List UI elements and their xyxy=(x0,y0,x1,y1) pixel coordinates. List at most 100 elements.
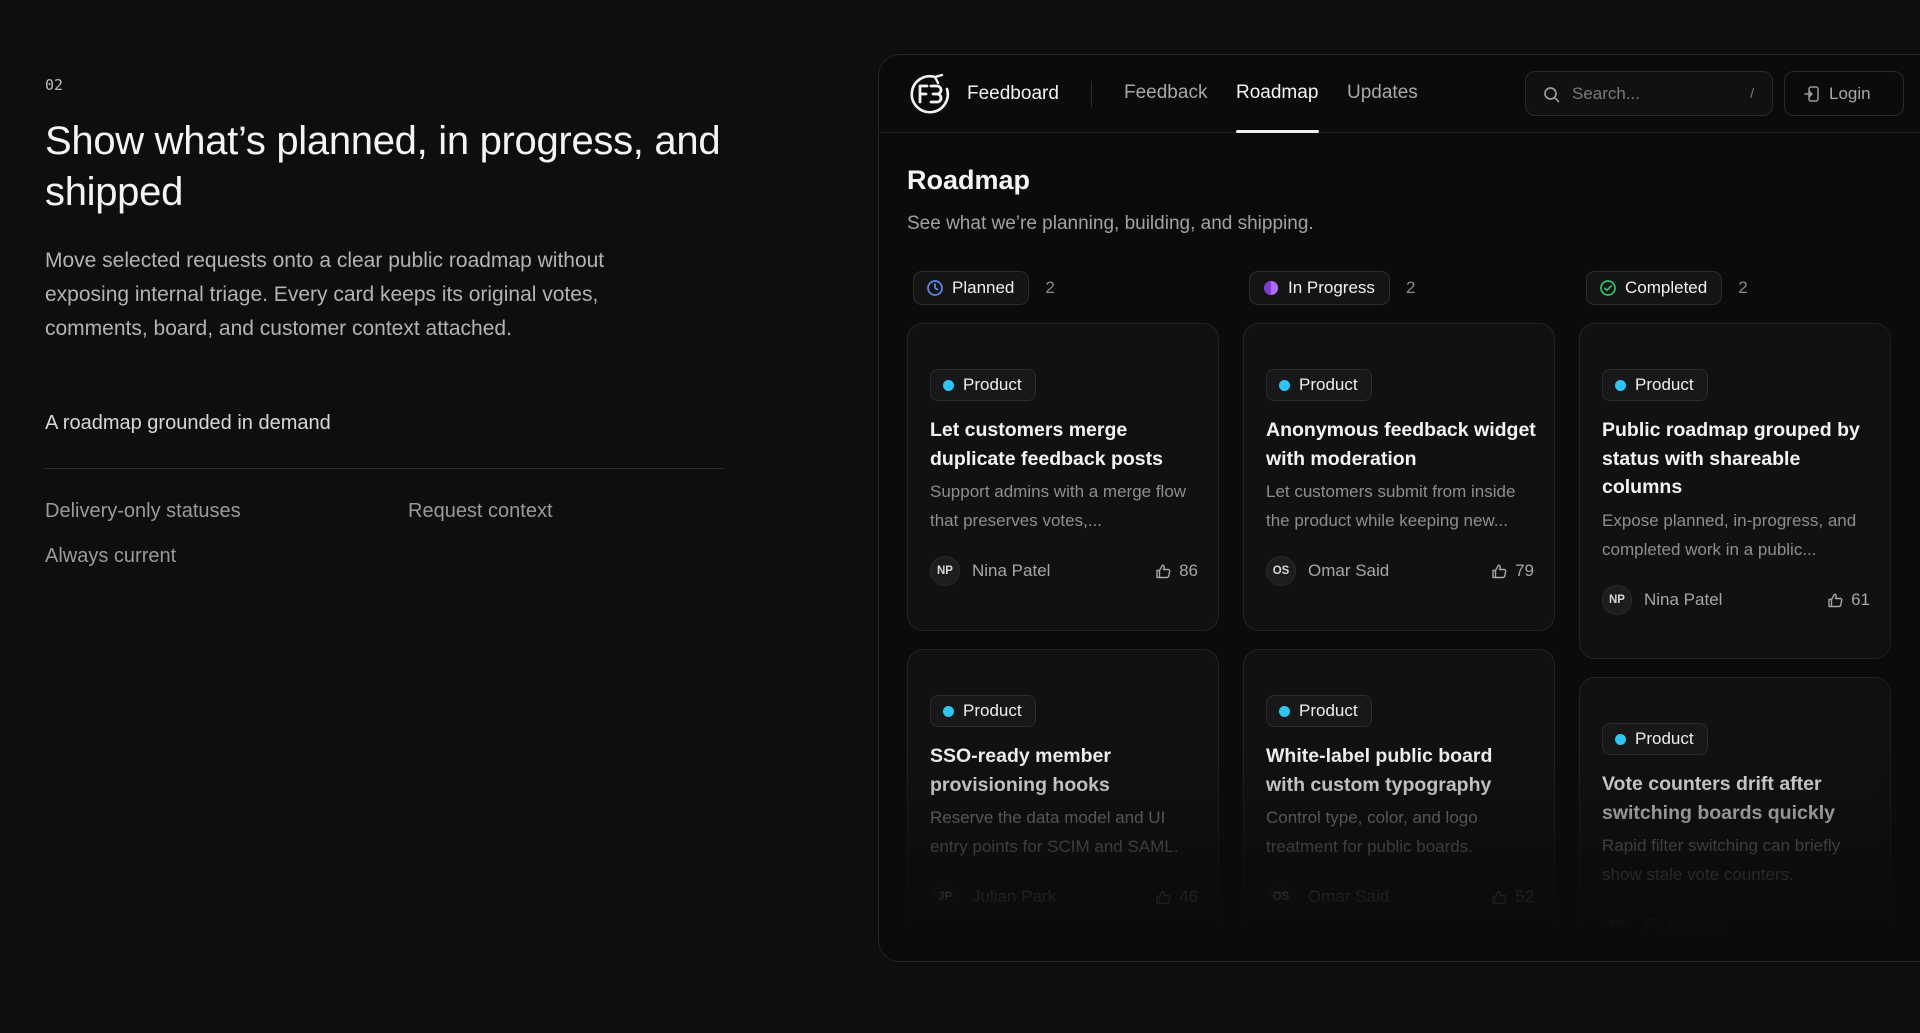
feature-delivery-only-statuses: Delivery-only statuses xyxy=(45,500,241,522)
board-tag[interactable]: Product xyxy=(1266,369,1372,401)
feature-request-context: Request context xyxy=(408,500,553,522)
search-box[interactable]: / xyxy=(1525,71,1773,116)
avatar: OS xyxy=(1266,556,1296,586)
card-title: Vote counters drift after switching boar… xyxy=(1602,773,1835,824)
card-description: Let customers submit from inside the pro… xyxy=(1266,482,1516,530)
tag-label: Product xyxy=(1635,729,1694,748)
thumbs-up-icon xyxy=(1492,890,1507,904)
tag-dot-icon xyxy=(943,379,954,391)
roadmap-card[interactable]: Product SSO-ready member provisioning ho… xyxy=(907,649,1219,949)
page-title: Roadmap xyxy=(907,165,1031,195)
tag-label: Product xyxy=(1299,375,1358,394)
roadmap-card[interactable]: Product Let customers merge duplicate fe… xyxy=(907,323,1219,631)
check-circle-icon xyxy=(1600,280,1616,296)
avatar: NP xyxy=(930,556,960,586)
roadmap-card[interactable]: Product Anonymous feedback widget with m… xyxy=(1243,323,1555,631)
thumbs-up-icon xyxy=(1492,564,1507,578)
status-label: In Progress xyxy=(1288,278,1375,297)
thumbs-up-icon xyxy=(1156,564,1171,578)
vote-button[interactable]: 79 xyxy=(1491,561,1534,581)
author-name: Omar Said xyxy=(1308,887,1390,906)
card-title: Public roadmap grouped by status with sh… xyxy=(1602,419,1860,498)
column-header-completed: Completed 2 xyxy=(1586,271,1748,305)
card-title: Anonymous feedback widget with moderatio… xyxy=(1266,419,1536,470)
divider xyxy=(45,468,723,469)
tag-dot-icon xyxy=(943,705,954,717)
half-circle-icon xyxy=(1264,281,1278,295)
feedboard-logo-icon[interactable] xyxy=(907,71,953,117)
vote-button[interactable]: 52 xyxy=(1491,887,1534,907)
search-input[interactable] xyxy=(1572,82,1742,106)
status-pill-completed[interactable]: Completed xyxy=(1586,271,1723,305)
card-footer: NP Nina Patel 86 xyxy=(930,556,1198,586)
tag-label: Product xyxy=(963,701,1022,720)
status-label: Planned xyxy=(952,278,1015,297)
board-tag[interactable]: Product xyxy=(1266,695,1372,727)
board-tag[interactable]: Product xyxy=(1602,369,1708,401)
nav-roadmap[interactable]: Roadmap xyxy=(1236,82,1318,104)
step-number: 02 xyxy=(45,76,64,94)
column-header-in-progress: In Progress 2 xyxy=(1249,271,1415,305)
roadmap-card[interactable]: Product White-label public board with cu… xyxy=(1243,649,1555,949)
tag-dot-icon xyxy=(1615,379,1626,391)
login-label: Login xyxy=(1829,84,1871,103)
board-tag[interactable]: Product xyxy=(1602,723,1708,755)
board-tag[interactable]: Product xyxy=(930,369,1036,401)
column-count: 2 xyxy=(1405,278,1416,297)
nav-separator xyxy=(1091,81,1092,107)
tag-label: Product xyxy=(1299,701,1358,720)
card-title: White-label public board with custom typ… xyxy=(1266,745,1493,796)
column-header-planned: Planned 2 xyxy=(913,271,1055,305)
tag-label: Product xyxy=(1635,375,1694,394)
roadmap-card[interactable]: Product Vote counters drift after switch… xyxy=(1579,677,1891,961)
card-footer: JP Julian Park 46 xyxy=(930,882,1198,912)
avatar: NP xyxy=(1602,585,1632,615)
card-footer: OS Omar Said 52 xyxy=(1266,882,1534,912)
clock-icon xyxy=(927,280,943,296)
intro-description: Move selected requests onto a clear publ… xyxy=(45,249,605,340)
nav-updates[interactable]: Updates xyxy=(1347,82,1418,104)
page-subtitle: See what we’re planning, building, and s… xyxy=(907,213,1314,234)
avatar: ER xyxy=(1602,910,1632,940)
vote-button[interactable]: 61 xyxy=(1827,590,1870,610)
status-pill-in-progress[interactable]: In Progress xyxy=(1249,271,1390,305)
vote-count: 52 xyxy=(1515,887,1534,906)
author-name: Julian Park xyxy=(972,887,1057,906)
vote-count: 79 xyxy=(1515,561,1534,580)
tag-dot-icon xyxy=(1279,705,1290,717)
brand-name[interactable]: Feedboard xyxy=(967,83,1059,105)
vote-count: 46 xyxy=(1179,887,1198,906)
thumbs-up-icon xyxy=(1828,593,1843,607)
login-button[interactable]: Login xyxy=(1784,71,1904,116)
tag-dot-icon xyxy=(1279,379,1290,391)
vote-count: 61 xyxy=(1851,590,1870,609)
top-navigation-bar: Feedboard Feedback Roadmap Updates / Log… xyxy=(879,55,1920,133)
board-tag[interactable]: Product xyxy=(930,695,1036,727)
active-nav-indicator xyxy=(1236,130,1319,133)
card-footer: NP Nina Patel 61 xyxy=(1602,585,1870,615)
author-name: Eli Romero xyxy=(1644,915,1729,934)
search-shortcut-hint: / xyxy=(1750,85,1754,101)
author-name: Nina Patel xyxy=(972,561,1051,580)
app-window: Feedboard Feedback Roadmap Updates / Log… xyxy=(878,54,1920,962)
status-label: Completed xyxy=(1625,278,1708,297)
card-footer: ER Eli Romero xyxy=(1602,910,1870,940)
roadmap-card[interactable]: Product Public roadmap grouped by status… xyxy=(1579,323,1891,659)
tag-label: Product xyxy=(963,375,1022,394)
thumbs-up-icon xyxy=(1156,890,1171,904)
section-label: A roadmap grounded in demand xyxy=(45,412,331,434)
vote-button[interactable]: 46 xyxy=(1155,887,1198,907)
headline: Show what’s planned, in progress, and sh… xyxy=(45,119,721,214)
avatar: JP xyxy=(930,882,960,912)
feature-always-current: Always current xyxy=(45,545,177,567)
author-name: Omar Said xyxy=(1308,561,1390,580)
column-count: 2 xyxy=(1045,278,1055,297)
card-description: Control type, color, and logo treatment … xyxy=(1266,808,1478,856)
nav-feedback[interactable]: Feedback xyxy=(1124,82,1207,104)
vote-button[interactable]: 86 xyxy=(1155,561,1198,581)
card-title: Let customers merge duplicate feedback p… xyxy=(930,419,1163,470)
status-pill-planned[interactable]: Planned xyxy=(913,271,1030,305)
tag-dot-icon xyxy=(1615,733,1626,745)
card-description: Support admins with a merge flow that pr… xyxy=(930,482,1187,530)
vote-count: 86 xyxy=(1179,561,1198,580)
